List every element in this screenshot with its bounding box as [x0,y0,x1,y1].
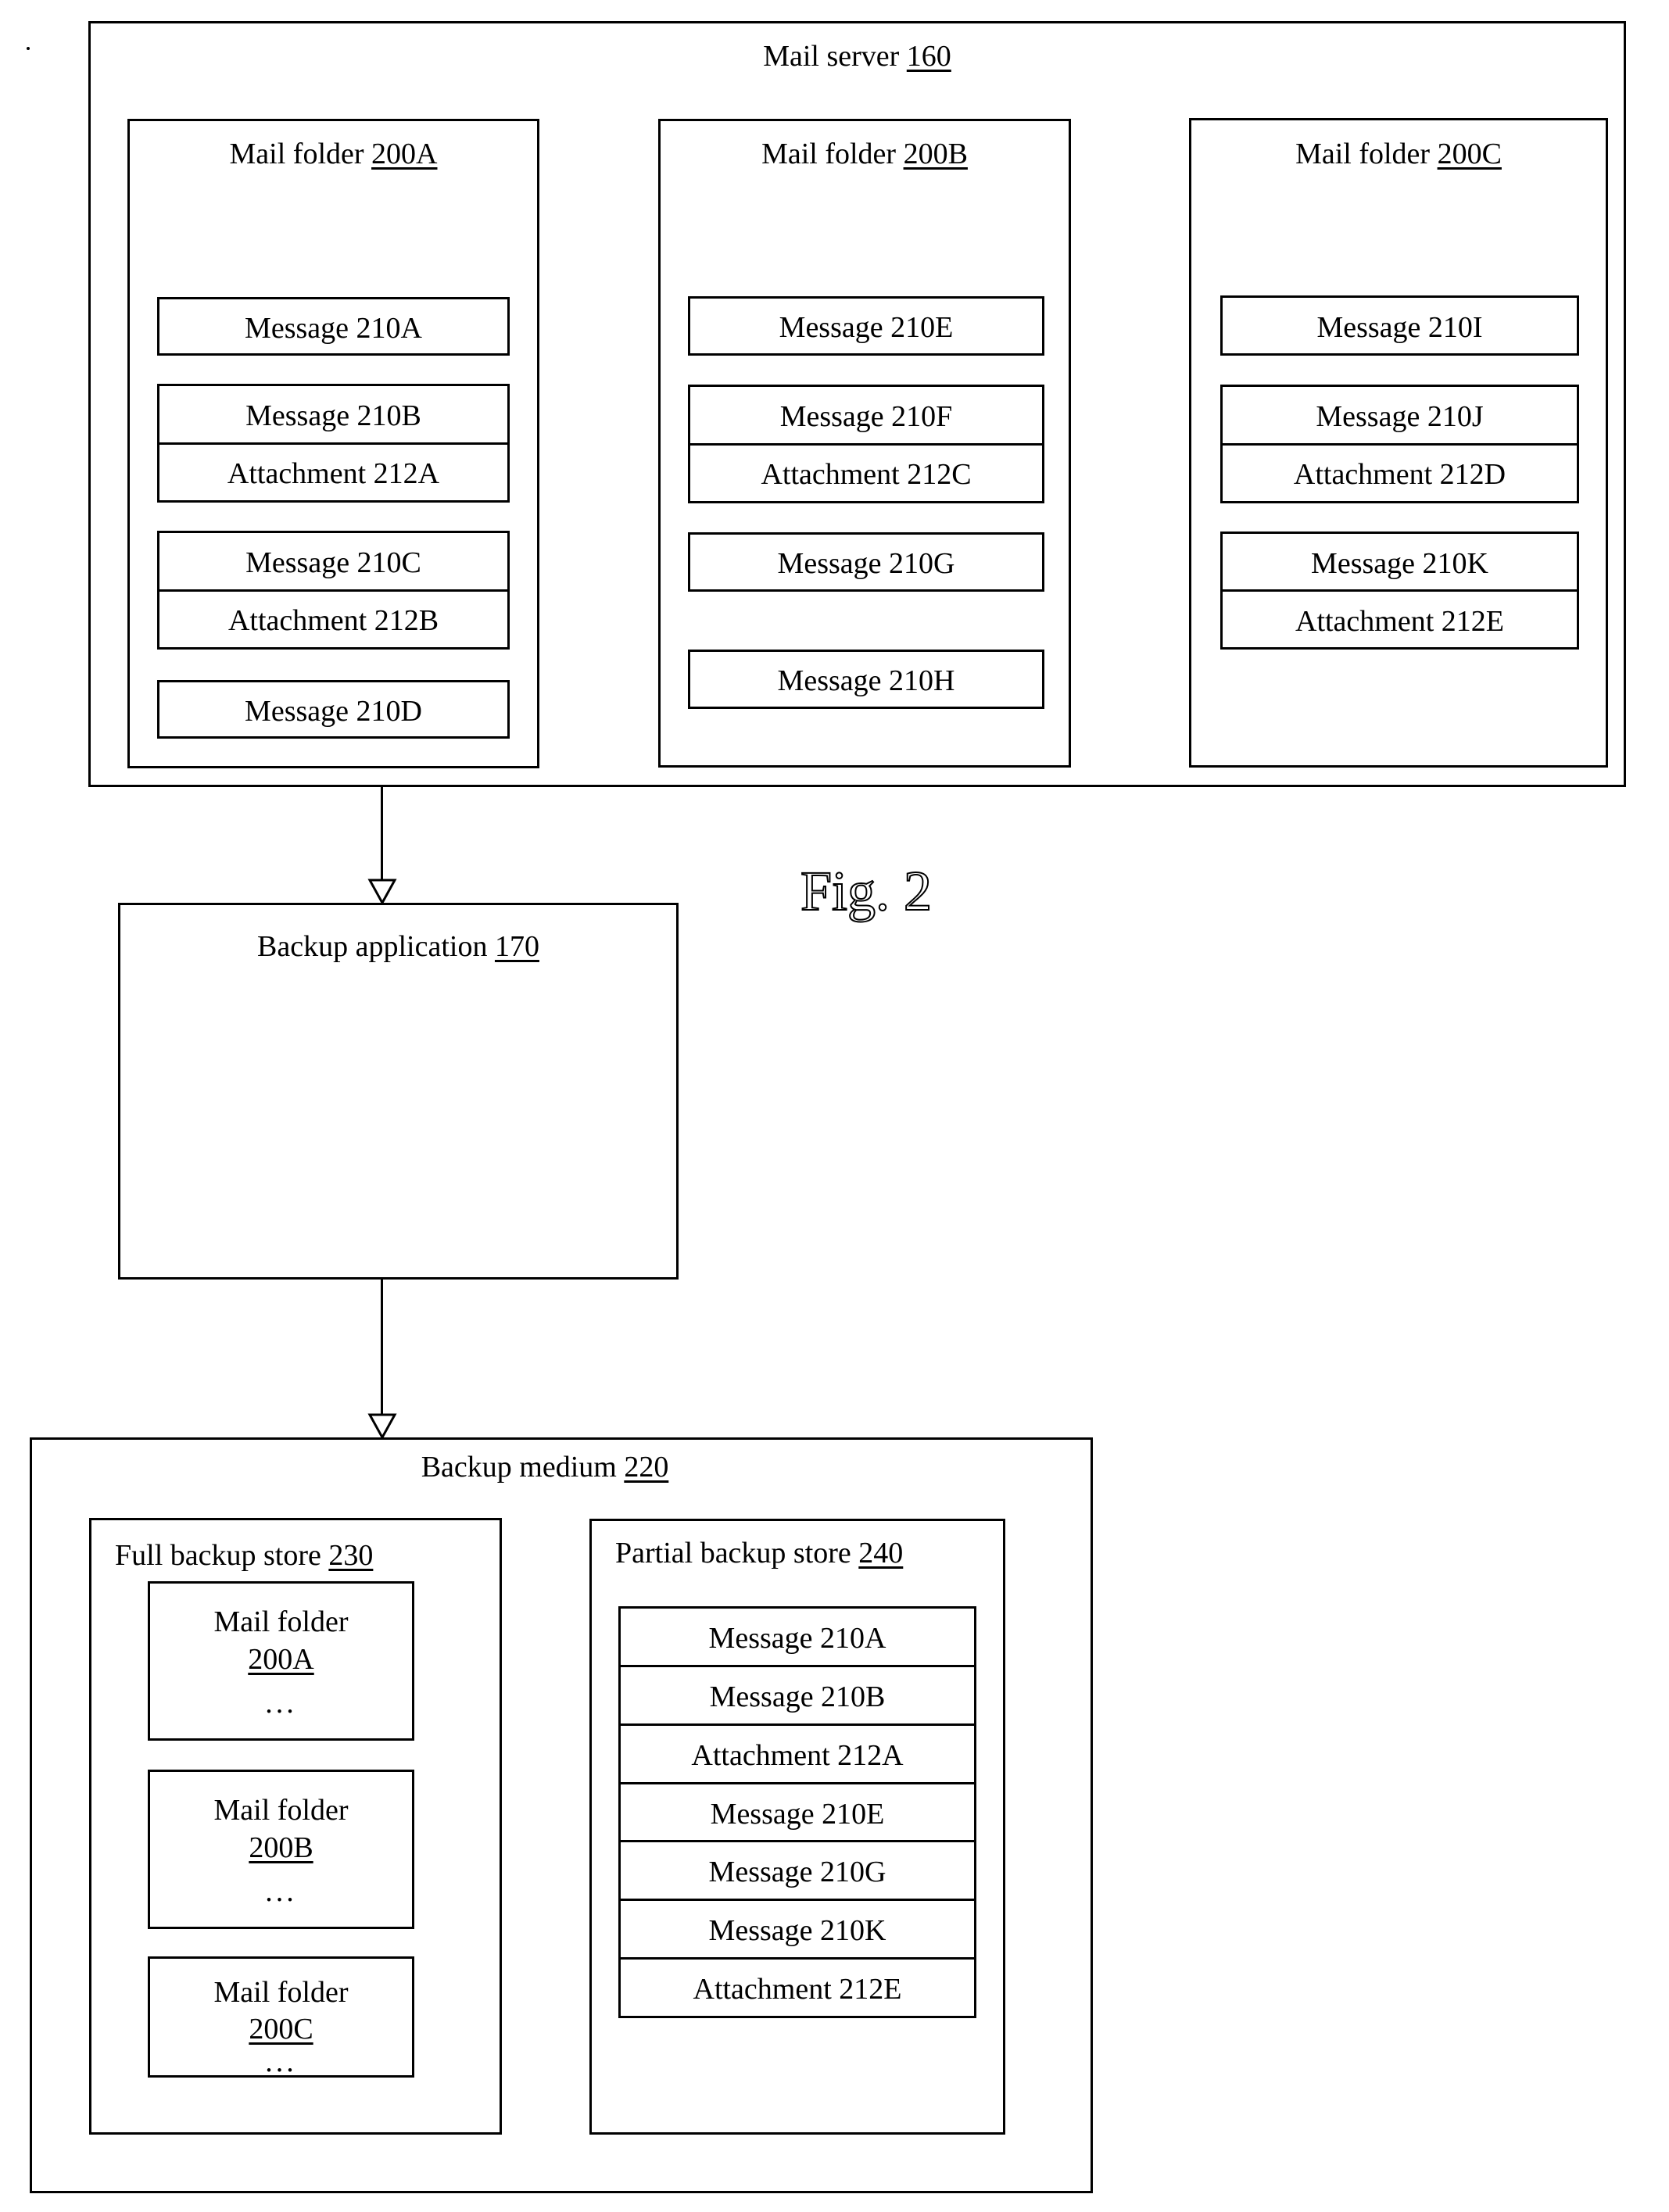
backup-item: Attachment 212E [621,1957,974,2016]
figure-label: Fig. 2 [800,860,933,922]
mail-folder-title: Mail folder 200B [761,138,968,170]
message-item: Message 210A [245,311,422,345]
message-group: Message 210C Attachment 212B [157,531,510,650]
arrow-app-to-medium-line [381,1279,383,1416]
arrow-server-to-app-line [381,786,383,882]
attachment-item: Attachment 212D [1223,442,1577,502]
message-item: Message 210J [1316,399,1484,433]
mail-folder-title: Mail folder 200C [1295,138,1502,170]
message-group: Message 210J Attachment 212D [1220,385,1579,503]
message-group: Message 210E [688,296,1044,356]
ellipsis: ... [265,1687,297,1720]
message-item: Message 210C [245,546,421,579]
attachment-item: Attachment 212C [690,442,1042,502]
backup-item: Attachment 212A [621,1723,974,1782]
message-group: Message 210A [157,297,510,356]
message-group: Message 210I [1220,295,1579,356]
partial-backup-store-title: Partial backup store 240 [615,1537,904,1570]
backup-application-box: Backup application 170 [118,903,679,1280]
message-item: Message 210D [245,694,422,728]
message-item: Message 210E [779,311,954,344]
backup-application-title: Backup application 170 [257,930,539,963]
partial-backup-list: Message 210A Message 210B Attachment 212… [618,1606,976,2018]
mail-folder-title: Mail folder 200A [229,138,438,170]
backup-mail-folder-200c: Mail folder 200C ... [148,1956,414,2078]
backup-mail-folder-200a: Mail folder 200A ... [148,1581,414,1741]
message-item: Message 210B [245,399,421,432]
message-group: Message 210F Attachment 212C [688,385,1044,503]
backup-medium-title: Backup medium 220 [421,1451,669,1484]
ellipsis: ... [265,2046,297,2078]
message-group: Message 210K Attachment 212E [1220,532,1579,650]
arrow-server-to-app-head-icon [367,879,397,905]
scan-dot [27,47,30,50]
message-item: Message 210H [777,664,955,697]
message-group: Message 210G [688,532,1044,592]
message-item: Message 210F [779,399,953,433]
mail-server-title: Mail server 160 [763,40,951,73]
backup-mail-folder-200b: Mail folder 200B ... [148,1770,414,1929]
backup-item: Message 210K [621,1899,974,1957]
message-group: Message 210H [688,650,1044,709]
message-item: Message 210G [777,547,955,580]
attachment-item: Attachment 212E [1223,589,1577,647]
attachment-item: Attachment 212B [159,589,507,648]
backup-item: Message 210E [621,1781,974,1841]
ellipsis: ... [265,1875,297,1908]
message-group: Message 210D [157,680,510,739]
message-group: Message 210B Attachment 212A [157,384,510,503]
backup-item: Message 210B [621,1664,974,1723]
attachment-item: Attachment 212A [159,442,507,501]
full-backup-store-title: Full backup store 230 [115,1539,374,1572]
message-item: Message 210K [1311,546,1488,580]
arrow-app-to-medium-head-icon [367,1413,397,1440]
backup-item: Message 210A [708,1621,886,1655]
mail-server-ref: 160 [906,40,951,73]
backup-item: Message 210G [621,1840,974,1899]
message-item: Message 210I [1316,310,1483,344]
